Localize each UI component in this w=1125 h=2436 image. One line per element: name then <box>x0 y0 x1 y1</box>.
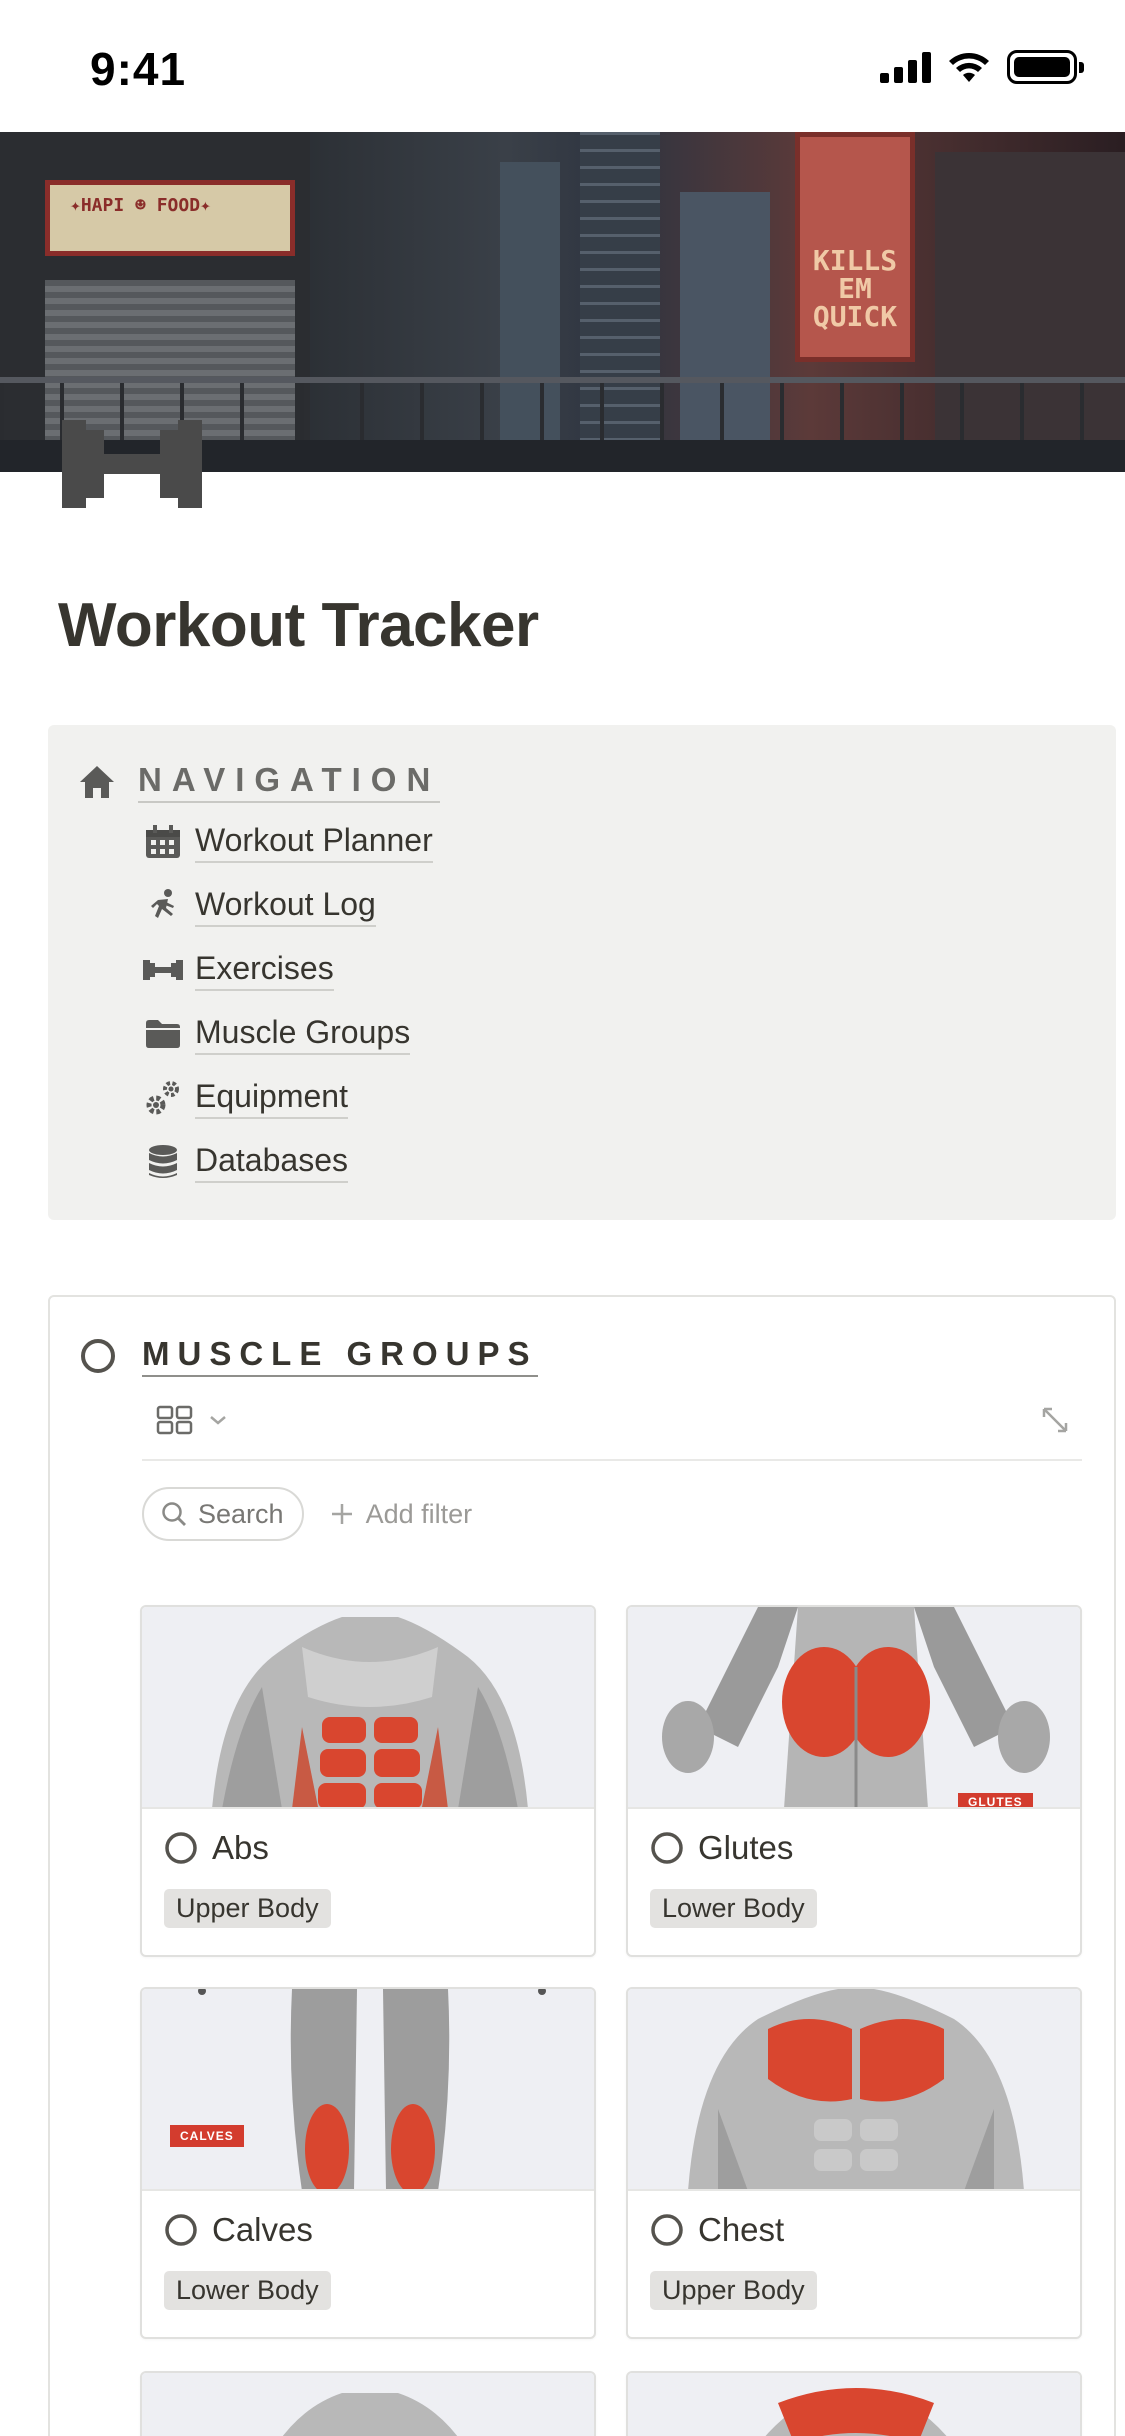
region-tag: Upper Body <box>650 2271 817 2310</box>
region-tag: Lower Body <box>650 1889 817 1928</box>
chevron-down-icon <box>210 1416 226 1425</box>
add-filter-button[interactable]: Add filter <box>330 1498 473 1530</box>
card-image <box>142 2373 594 2436</box>
gallery-card-chest[interactable]: Chest Upper Body <box>626 1987 1082 2339</box>
abs-image <box>142 1607 594 1809</box>
card-title: Calves <box>212 2211 313 2248</box>
home-icon <box>80 766 114 798</box>
nav-item-workout-log[interactable]: Workout Log <box>143 874 433 938</box>
gallery-card[interactable] <box>140 2371 596 2436</box>
expand-icon[interactable] <box>1040 1405 1070 1435</box>
gallery-grid-next-row <box>140 2371 1086 2436</box>
dumbbell-page-icon[interactable] <box>62 420 202 510</box>
cellular-signal-icon <box>880 51 931 83</box>
nav-item-exercises[interactable]: Exercises <box>143 938 433 1002</box>
gallery-card[interactable] <box>626 2371 1082 2436</box>
view-switcher[interactable] <box>156 1405 228 1435</box>
plus-icon <box>331 1504 352 1524</box>
nav-item-workout-planner[interactable]: Workout Planner <box>143 810 433 874</box>
navigation-heading: NAVIGATION <box>78 761 441 803</box>
image-label: GLUTES <box>958 1793 1033 1807</box>
status-bar: 9:41 <box>0 0 1125 132</box>
search-icon <box>162 1502 186 1526</box>
card-title: Glutes <box>698 1829 794 1866</box>
gallery-card-calves[interactable]: CALVES Calves Lower Body <box>140 1987 596 2339</box>
status-time: 9:41 <box>90 43 187 95</box>
circle-icon <box>651 1832 683 1864</box>
navigation-list: Workout Planner Workout Log Exercises Mu… <box>143 810 433 1194</box>
gallery-view-icon <box>156 1405 193 1435</box>
search-button[interactable]: Search <box>142 1487 304 1541</box>
dumbbell-icon <box>143 950 183 990</box>
navigation-callout: NAVIGATION Workout Planner Workout Log E… <box>48 725 1116 1220</box>
nav-item-label: Databases <box>195 1142 348 1183</box>
chest-image <box>628 1989 1080 2191</box>
nav-item-label: Exercises <box>195 950 334 991</box>
database-icon <box>143 1142 183 1182</box>
cover-shop-sign: ✦HAPI ☻ FOOD✦ <box>45 180 295 256</box>
page-title: Workout Tracker <box>58 591 539 660</box>
database-title[interactable]: MUSCLE GROUPS <box>142 1335 538 1377</box>
circle-icon <box>165 1832 197 1864</box>
view-toolbar <box>142 1397 1082 1461</box>
gallery-grid: Abs Upper Body GLUTES Glutes Lower Body … <box>140 1605 1086 2339</box>
nav-item-label: Workout Planner <box>195 822 433 863</box>
card-image <box>628 2373 1080 2436</box>
region-tag: Lower Body <box>164 2271 331 2310</box>
nav-item-label: Equipment <box>195 1078 348 1119</box>
folder-icon <box>143 1014 183 1054</box>
wifi-icon <box>949 53 989 82</box>
search-label: Search <box>198 1498 284 1529</box>
nav-item-equipment[interactable]: Equipment <box>143 1066 433 1130</box>
calves-image: CALVES <box>142 1989 594 2191</box>
nav-item-label: Workout Log <box>195 886 376 927</box>
card-title: Abs <box>212 1829 269 1866</box>
nav-item-databases[interactable]: Databases <box>143 1130 433 1194</box>
circle-icon <box>651 2214 683 2246</box>
glutes-image: GLUTES <box>628 1607 1080 1809</box>
filter-bar: Search Add filter <box>142 1487 472 1541</box>
cover-neon-sign: KILLS EM QUICK <box>795 132 915 362</box>
status-icons <box>880 50 1084 84</box>
battery-icon <box>1007 50 1084 84</box>
nav-item-muscle-groups[interactable]: Muscle Groups <box>143 1002 433 1066</box>
circle-icon <box>81 1339 115 1373</box>
gallery-card-abs[interactable]: Abs Upper Body <box>140 1605 596 1957</box>
database-heading: MUSCLE GROUPS <box>80 1335 538 1377</box>
navigation-heading-label[interactable]: NAVIGATION <box>138 761 441 803</box>
region-tag: Upper Body <box>164 1889 331 1928</box>
card-title: Chest <box>698 2211 785 2248</box>
circle-icon <box>165 2214 197 2246</box>
running-icon <box>143 886 183 926</box>
nav-item-label: Muscle Groups <box>195 1014 411 1055</box>
gallery-card-glutes[interactable]: GLUTES Glutes Lower Body <box>626 1605 1082 1957</box>
gears-icon <box>143 1078 183 1118</box>
muscle-groups-database: MUSCLE GROUPS Search Add filter Abs Uppe… <box>48 1295 1116 2436</box>
image-label: CALVES <box>170 2125 244 2147</box>
add-filter-label: Add filter <box>365 1498 473 1529</box>
calendar-icon <box>143 822 183 862</box>
